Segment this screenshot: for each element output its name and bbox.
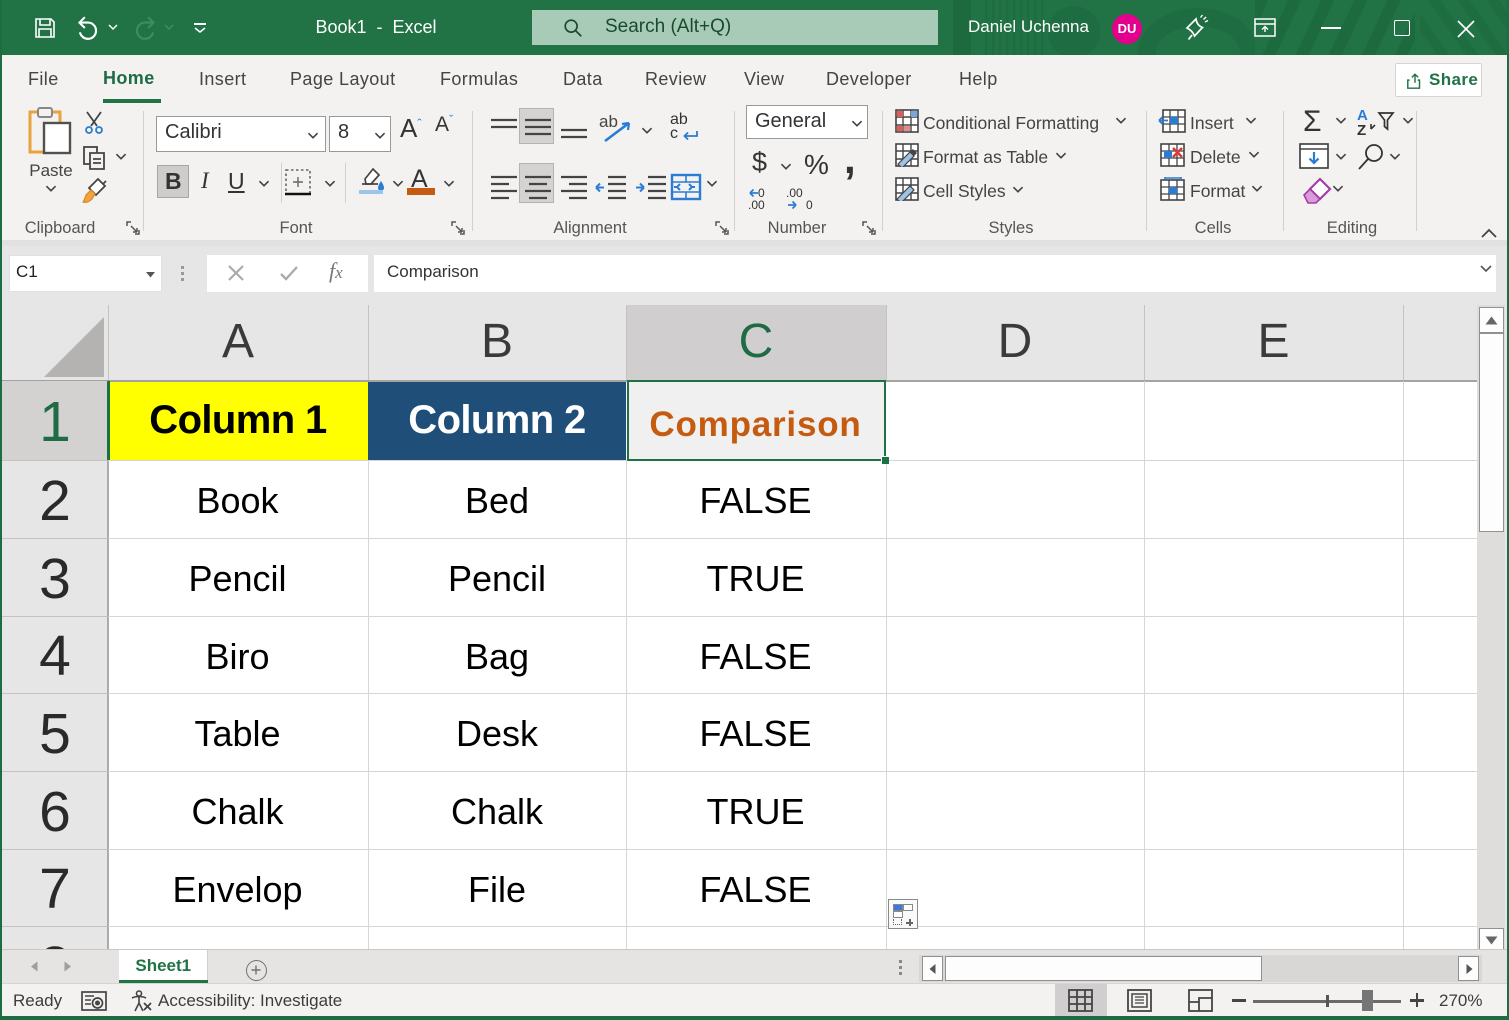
svg-text:.00: .00 — [786, 187, 803, 200]
svg-text:0: 0 — [806, 198, 813, 211]
svg-text:.00: .00 — [748, 198, 765, 211]
svg-text:Z: Z — [1357, 122, 1366, 137]
svg-text:ab: ab — [599, 112, 618, 131]
